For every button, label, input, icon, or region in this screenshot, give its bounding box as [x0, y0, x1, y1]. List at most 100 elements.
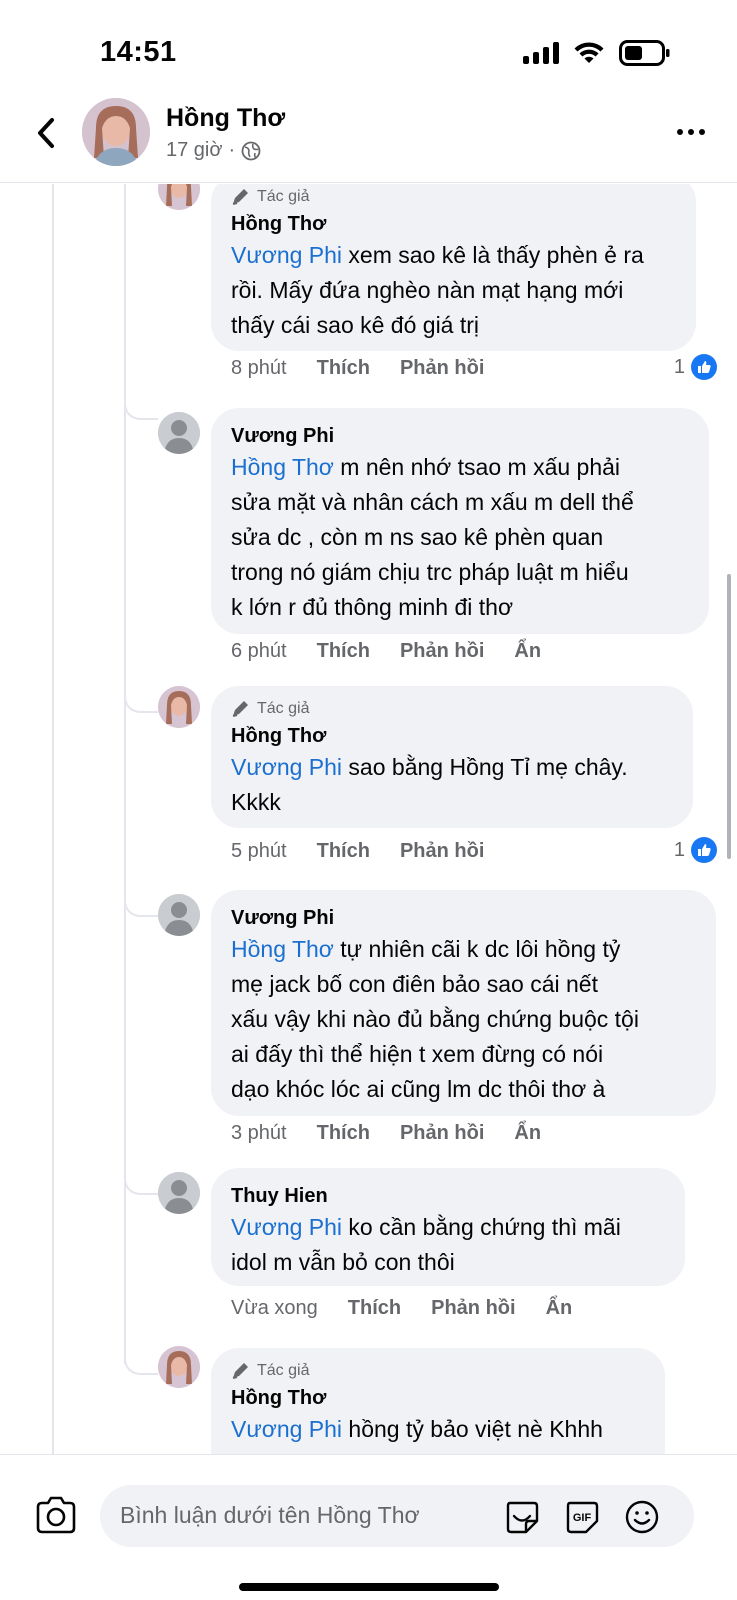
like-button[interactable]: Thích: [317, 840, 370, 863]
comment-actions: 8 phút Thích Phản hồi: [231, 357, 514, 380]
thread-connector: [124, 687, 158, 713]
more-options-button[interactable]: [671, 121, 711, 143]
comment-time: 3 phút: [231, 1122, 287, 1144]
like-button[interactable]: Thích: [317, 1122, 370, 1145]
mention-link[interactable]: Vương Phi: [231, 1416, 342, 1442]
camera-icon: [36, 1496, 76, 1534]
thumbs-up-icon: [691, 354, 717, 380]
battery-icon: [619, 40, 670, 66]
thread-connector: [124, 891, 158, 917]
pencil-icon: [232, 1363, 248, 1379]
author-badge-label: Tác giả: [257, 700, 310, 717]
comment-avatar[interactable]: [158, 1172, 200, 1214]
like-button[interactable]: Thích: [317, 640, 370, 663]
home-indicator[interactable]: [239, 1583, 499, 1591]
more-dot: [699, 129, 705, 135]
comment-text: Hồng Thơ tự nhiên cãi k dc lôi hồng tỷ mẹ…: [231, 932, 696, 1107]
comment-time: Vừa xong: [231, 1297, 318, 1319]
comment-bubble[interactable]: Thuy Hien Vương Phi ko cần bằng chứng th…: [211, 1168, 685, 1286]
commenter-name[interactable]: Thuy Hien: [231, 1182, 665, 1210]
comment-actions: 6 phút Thích Phản hồi Ẩn: [231, 640, 571, 663]
comment-text: Vương Phi xem sao kê là thấy phèn ẻ ra rồ…: [231, 238, 676, 343]
back-button[interactable]: [26, 113, 66, 153]
comment-bubble[interactable]: Tác giả Hồng Thơ Vương Phi hồng tỷ bảo v…: [211, 1348, 665, 1454]
comment-text: Vương Phi sao bằng Hồng Tỉ mẹ chây. Kkkk: [231, 750, 673, 820]
commenter-name[interactable]: Hồng Thơ: [231, 1384, 645, 1412]
comment-avatar[interactable]: [158, 1346, 200, 1388]
commenter-name[interactable]: Vương Phi: [231, 904, 696, 932]
hide-button[interactable]: Ẩn: [514, 640, 541, 663]
comment-avatar[interactable]: [158, 894, 200, 936]
more-horizontal-icon: [677, 129, 683, 135]
comment-composer: Bình luận dưới tên Hồng Thơ GIF: [0, 1454, 737, 1600]
reply-button[interactable]: Phản hồi: [400, 840, 484, 863]
comment-avatar[interactable]: [158, 184, 200, 210]
camera-button[interactable]: [34, 1495, 78, 1535]
commenter-name[interactable]: Hồng Thơ: [231, 210, 676, 238]
author-badge: Tác giả: [231, 700, 673, 718]
comment-actions: 3 phút Thích Phản hồi Ẩn: [231, 1122, 571, 1145]
thread-connector: [124, 394, 158, 420]
pencil-icon: [232, 189, 248, 205]
reply-button[interactable]: Phản hồi: [400, 357, 484, 380]
comment-line: mẹ jack bố con điên bảo sao cái nết: [231, 971, 598, 997]
comment-thread[interactable]: Tác giả Hồng Thơ Vương Phi xem sao kê là…: [0, 184, 737, 1454]
comment-avatar[interactable]: [158, 412, 200, 454]
reply-button[interactable]: Phản hồi: [400, 640, 484, 663]
comment-line: Kkkk: [231, 789, 281, 815]
thread-line-outer: [52, 184, 54, 1454]
more-dot: [688, 129, 694, 135]
commenter-name[interactable]: Vương Phi: [231, 422, 689, 450]
comment-avatar[interactable]: [158, 686, 200, 728]
comment-line: sửa mặt và nhân cách m xấu m dell thể: [231, 489, 634, 515]
reaction-count[interactable]: 1: [674, 354, 717, 380]
reply-button[interactable]: Phản hồi: [431, 1297, 515, 1320]
author-badge: Tác giả: [231, 188, 676, 206]
status-time: 14:51: [100, 36, 177, 68]
emoji-button[interactable]: [624, 1499, 660, 1535]
reaction-count-value: 1: [673, 355, 685, 378]
reaction-count[interactable]: 1: [674, 837, 717, 863]
hide-button[interactable]: Ẩn: [546, 1297, 573, 1320]
wifi-icon: [574, 42, 604, 63]
comment-actions: Vừa xong Thích Phản hồi Ẩn: [231, 1297, 602, 1320]
comment-bubble[interactable]: Tác giả Hồng Thơ Vương Phi sao bằng Hồng…: [211, 686, 693, 828]
comment-line: xấu vậy khi nào đủ bằng chứng buộc tội: [231, 1006, 639, 1032]
mention-link[interactable]: Vương Phi: [231, 242, 342, 268]
hide-button[interactable]: Ẩn: [514, 1122, 541, 1145]
comment-bubble[interactable]: Vương Phi Hồng Thơ tự nhiên cãi k dc lôi…: [211, 890, 716, 1116]
comment-line: rồi. Mấy đứa nghèo nàn mạt hạng mới: [231, 277, 624, 303]
pencil-icon: [232, 701, 248, 717]
comment-input[interactable]: Bình luận dưới tên Hồng Thơ GIF: [100, 1485, 694, 1547]
comment-line: dạo khóc lóc ai cũng lm dc thôi thơ à: [231, 1076, 606, 1102]
profile-avatar[interactable]: [82, 98, 150, 166]
reply-button[interactable]: Phản hồi: [400, 1122, 484, 1145]
author-badge-label: Tác giả: [257, 188, 310, 205]
comment-time: 8 phút: [231, 357, 287, 379]
comment-line: sửa dc , còn m ns sao kê phèn quan: [231, 524, 604, 550]
post-header: Hồng Thơ 17 giờ ·: [0, 95, 737, 183]
comment-line: xem sao kê là thấy phèn ẻ ra: [342, 242, 644, 268]
comment-line: thấy cái sao kê đó giá trị: [231, 312, 480, 338]
comment-input-placeholder: Bình luận dưới tên Hồng Thơ: [120, 1502, 420, 1528]
mention-link[interactable]: Hồng Thơ: [231, 454, 334, 480]
gif-label: GIF: [573, 1512, 592, 1524]
commenter-name[interactable]: Hồng Thơ: [231, 722, 673, 750]
scrollbar[interactable]: [727, 574, 731, 859]
comment-text: Vương Phi ko cần bằng chứng thì mãi idol …: [231, 1210, 665, 1280]
comment-line: tự nhiên cãi k dc lôi hồng tỷ: [333, 936, 621, 962]
comment-line: trong nó giám chịu trc pháp luật m hiểu: [231, 559, 629, 585]
comment-bubble[interactable]: Tác giả Hồng Thơ Vương Phi xem sao kê là…: [211, 184, 696, 351]
mention-link[interactable]: Vương Phi: [231, 754, 342, 780]
mention-link[interactable]: Vương Phi: [231, 1214, 342, 1240]
comment-bubble[interactable]: Vương Phi Hồng Thơ m nên nhớ tsao m xấu …: [211, 408, 709, 634]
sticker-button[interactable]: [504, 1499, 540, 1535]
like-button[interactable]: Thích: [317, 357, 370, 380]
gif-button[interactable]: GIF: [564, 1499, 600, 1535]
author-badge: Tác giả: [231, 1362, 645, 1380]
like-button[interactable]: Thích: [348, 1297, 401, 1320]
profile-name[interactable]: Hồng Thơ: [166, 104, 285, 133]
post-time: 17 giờ: [166, 139, 223, 161]
emoji-icon: [625, 1500, 659, 1534]
mention-link[interactable]: Hồng Thơ: [231, 936, 334, 962]
